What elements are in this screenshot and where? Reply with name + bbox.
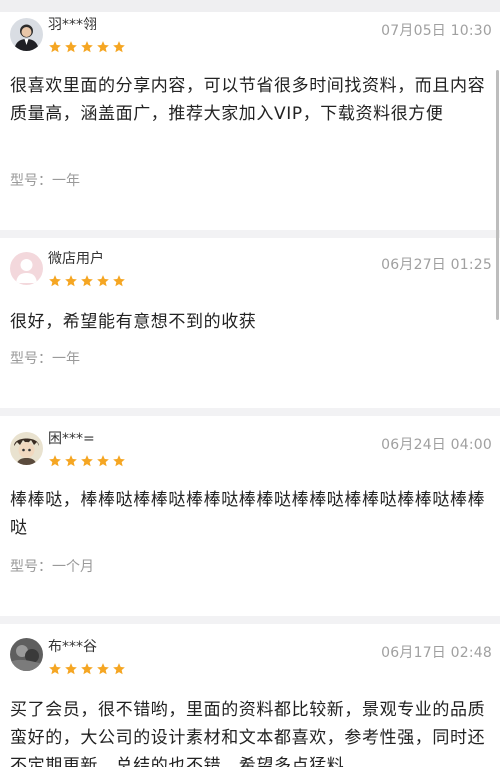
username: 微店用户	[48, 251, 104, 267]
product-model: 型号：一年	[10, 351, 80, 367]
review-date: 07月05日 10:30	[381, 23, 492, 39]
review-content: 很喜欢里面的分享内容，可以节省很多时间找资料，而且内容质量高，涵盖面广，推荐大家…	[10, 76, 486, 124]
review-card: 布***谷 06月17日 02:48 买了会员，很不错哟，里面的资料都比较新，景…	[0, 624, 500, 767]
star-rating	[48, 662, 126, 676]
review-card: 困***= 06月24日 04:00 棒棒哒，棒棒哒棒棒哒棒棒哒棒棒哒棒棒哒棒棒…	[0, 416, 500, 616]
star-icon	[65, 455, 77, 467]
review-card: 微店用户 06月27日 01:25 很好，希望能有意想不到的收获 型号：一年	[0, 238, 500, 408]
review-content: 棒棒哒，棒棒哒棒棒哒棒棒哒棒棒哒棒棒哒棒棒哒棒棒哒棒棒哒	[10, 490, 486, 538]
star-rating	[48, 454, 126, 468]
star-icon	[97, 663, 109, 675]
product-model: 型号：一个月	[10, 559, 94, 575]
username: 布***谷	[48, 639, 97, 655]
username: 羽***翎	[48, 17, 97, 33]
review-content: 很好，希望能有意想不到的收获	[10, 312, 257, 332]
star-icon	[113, 41, 125, 53]
reviews-page: 羽***翎 07月05日 10:30 很喜欢里面的分享内容，可以节省很多时间找资…	[0, 0, 500, 767]
star-icon	[113, 275, 125, 287]
review-separator	[0, 616, 500, 624]
user-avatar[interactable]	[10, 638, 43, 671]
review-card: 羽***翎 07月05日 10:30 很喜欢里面的分享内容，可以节省很多时间找资…	[0, 12, 500, 230]
top-strip	[0, 0, 500, 12]
scrollbar[interactable]	[496, 70, 499, 320]
default-user-avatar-icon	[10, 252, 43, 285]
anime-avatar-icon	[10, 432, 43, 465]
star-icon	[49, 455, 61, 467]
star-rating	[48, 274, 126, 288]
photo-avatar-icon	[10, 638, 43, 671]
user-avatar[interactable]	[10, 252, 43, 285]
review-date: 06月27日 01:25	[381, 257, 492, 273]
review-separator	[0, 408, 500, 416]
star-icon	[65, 275, 77, 287]
star-icon	[65, 41, 77, 53]
star-icon	[81, 41, 93, 53]
star-icon	[49, 663, 61, 675]
star-icon	[97, 275, 109, 287]
star-icon	[113, 455, 125, 467]
product-model: 型号：一年	[10, 173, 80, 189]
review-content: 买了会员，很不错哟，里面的资料都比较新，景观专业的品质蛮好的，大公司的设计素材和…	[10, 700, 486, 767]
star-icon	[81, 275, 93, 287]
review-separator	[0, 230, 500, 238]
star-rating	[48, 40, 126, 54]
star-icon	[81, 455, 93, 467]
review-date: 06月17日 02:48	[381, 645, 492, 661]
star-icon	[49, 41, 61, 53]
star-icon	[113, 663, 125, 675]
user-avatar[interactable]	[10, 18, 43, 51]
star-icon	[97, 41, 109, 53]
star-icon	[65, 663, 77, 675]
username: 困***=	[48, 431, 95, 447]
star-icon	[81, 663, 93, 675]
user-avatar[interactable]	[10, 432, 43, 465]
star-icon	[97, 455, 109, 467]
review-date: 06月24日 04:00	[381, 437, 492, 453]
user-avatar-man-suit-icon	[10, 18, 43, 51]
star-icon	[49, 275, 61, 287]
